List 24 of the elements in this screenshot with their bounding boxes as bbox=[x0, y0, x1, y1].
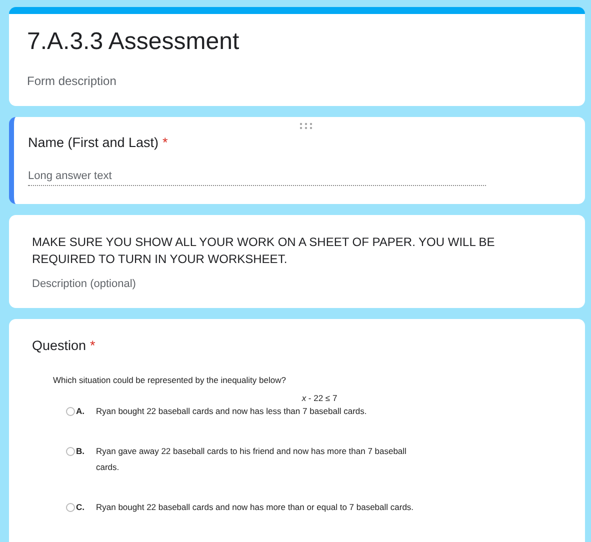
section-title[interactable]: MAKE SURE YOU SHOW ALL YOUR WORK ON A SHEET OF PAPER. YOU WILL BE REQUIRED TO TURN IN YOUR WORKSHEET. bbox=[32, 234, 567, 268]
question-title[interactable]: Question bbox=[32, 338, 86, 353]
required-asterisk: * bbox=[162, 135, 168, 150]
required-asterisk: * bbox=[90, 338, 96, 353]
question-title[interactable]: Name (First and Last) bbox=[28, 135, 159, 150]
long-answer-field: Long answer text bbox=[28, 170, 486, 186]
radio-button[interactable] bbox=[66, 407, 75, 416]
form-title[interactable]: 7.A.3.3 Assessment bbox=[27, 28, 567, 56]
radio-button[interactable] bbox=[66, 503, 75, 512]
form-description[interactable]: Form description bbox=[27, 74, 567, 88]
option-letter: B. bbox=[76, 445, 86, 458]
option-letter: A. bbox=[76, 405, 86, 418]
question-card[interactable]: MAKE SURE YOU SHOW ALL YOUR WORK ON A SHEET OF PAPER. YOU WILL BE REQUIRED TO TURN IN YOUR WORKSHEET. Description (optional) bbox=[9, 215, 585, 308]
option-text: Ryan bought 22 baseball cards and now has less than 7 baseball cards. bbox=[96, 405, 368, 418]
inequality-text: x - 22 ≤ 7 bbox=[300, 393, 338, 403]
option-text: Ryan bought 22 baseball cards and now has more than or equal to 7 baseball cards. bbox=[96, 501, 415, 514]
question-card[interactable]: Name (First and Last) * Long answer text bbox=[9, 117, 585, 204]
description-field[interactable]: Description (optional) bbox=[32, 278, 567, 290]
option-letter: C. bbox=[76, 501, 86, 514]
radio-button[interactable] bbox=[66, 447, 75, 456]
option-text: Ryan gave away 22 baseball cards to his friend and now has more than 7 baseball cards. bbox=[96, 445, 408, 474]
question-card[interactable] bbox=[9, 319, 585, 542]
question-prompt: Which situation could be represented by the inequality below? bbox=[53, 375, 287, 385]
drag-handle-icon[interactable] bbox=[300, 123, 312, 130]
